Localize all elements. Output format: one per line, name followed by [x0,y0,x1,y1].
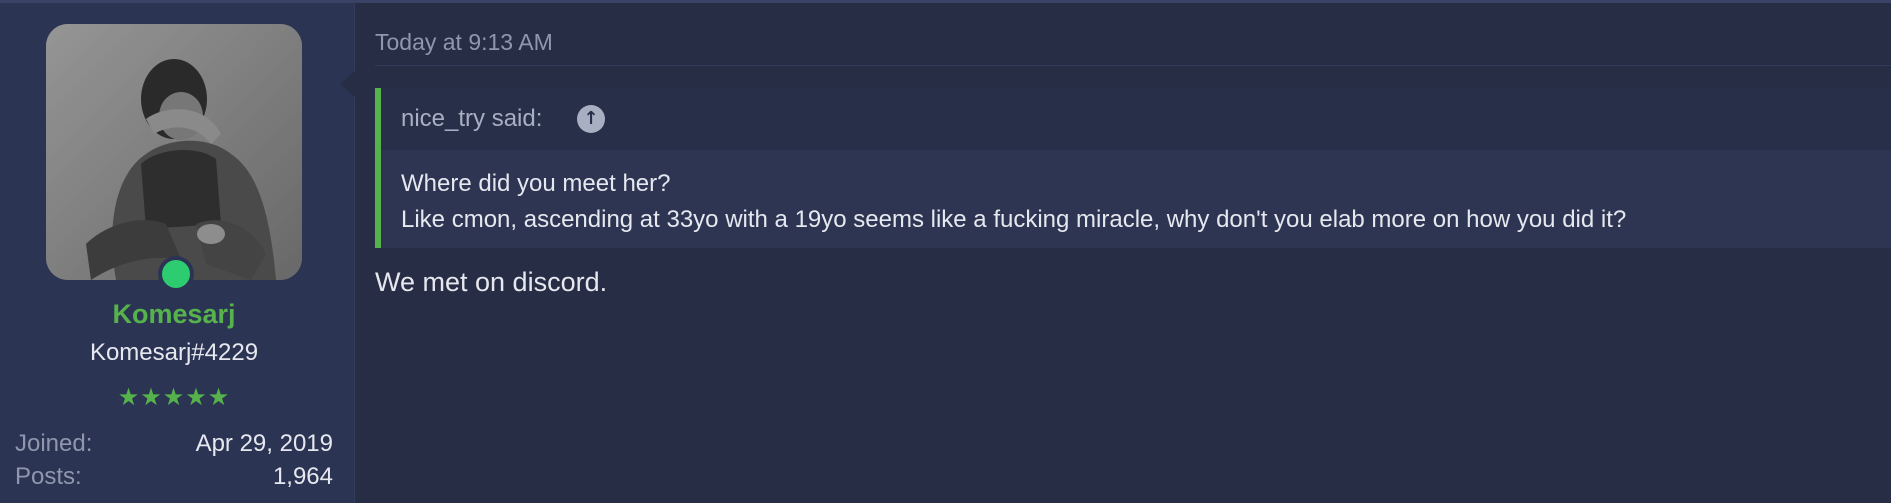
quote-content: Where did you meet her? Like cmon, ascen… [401,166,1626,238]
rating-stars: ★★★★★ [117,383,231,411]
stat-value[interactable]: 1,964 [273,463,333,491]
quote-author[interactable]: nice_try said: [401,105,542,133]
post-content: Today at 9:13 AM nice_try said: ↑ Where … [355,3,1891,503]
quote-line: Where did you meet her? [401,170,671,197]
username-link[interactable]: Komesarj [0,299,348,330]
avatar[interactable] [46,24,302,280]
header-divider [375,65,1891,66]
quote-header: nice_try said: ↑ [381,88,1891,150]
quote-line: Like cmon, ascending at 33yo with a 19yo… [401,206,1627,233]
online-status-indicator [158,256,194,292]
avatar-container [46,24,302,292]
user-sidebar: Komesarj Komesarj#4229 ★★★★★ Joined: Apr… [0,3,355,503]
message-body: We met on discord. [375,267,608,297]
stat-posts: Posts: 1,964 [15,463,333,491]
stat-value: Apr 29, 2019 [195,430,333,457]
arrow-up-circle-icon[interactable]: ↑ [577,105,605,133]
forum-post: Komesarj Komesarj#4229 ★★★★★ Joined: Apr… [0,0,1891,503]
speech-arrow [340,71,355,97]
user-title: Komesarj#4229 [89,339,259,366]
post-timestamp[interactable]: Today at 9:13 AM [375,29,553,56]
stat-joined: Joined: Apr 29, 2019 [15,430,333,458]
stat-label: Joined: [15,430,93,457]
avatar-image [46,24,302,280]
stat-label: Posts: [15,463,82,490]
quote-block: nice_try said: ↑ Where did you meet her?… [375,88,1891,248]
